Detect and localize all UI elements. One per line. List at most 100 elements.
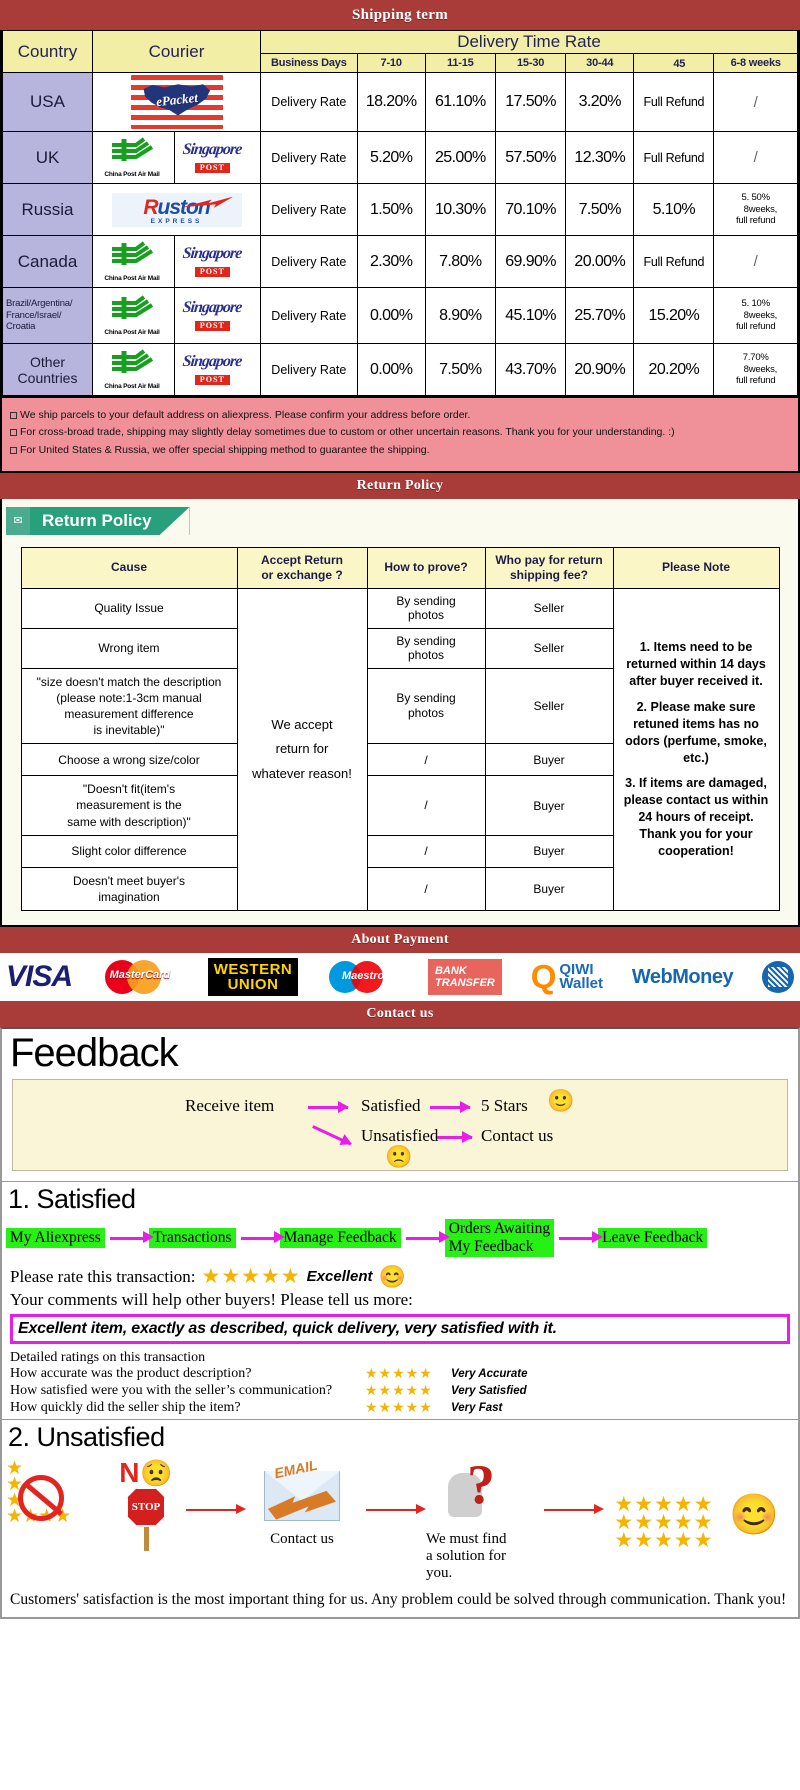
step-transactions[interactable]: Transactions bbox=[148, 1228, 236, 1248]
header-delivery-time-rate: Delivery Time Rate bbox=[260, 30, 798, 54]
courier-logo-cell: ePacket bbox=[92, 72, 262, 132]
return-policy-banner: Return Policy bbox=[0, 472, 800, 499]
cell-accept-return: We accept return for whatever reason! bbox=[236, 587, 368, 912]
shipping-note-text: For United States & Russia, we offer spe… bbox=[20, 443, 430, 456]
epacket-logo-icon: ePacket bbox=[130, 75, 223, 129]
payment-method-western-union: WESTERN UNION bbox=[207, 957, 299, 997]
cell-value: 7.80% bbox=[424, 235, 496, 288]
happy-face-icon: 😊 bbox=[729, 1491, 779, 1537]
cell-value: / bbox=[713, 131, 798, 184]
rating-question: How accurate was the product description… bbox=[10, 1366, 252, 1382]
cell-cause: Wrong item bbox=[20, 627, 238, 669]
chain-arrow bbox=[405, 1231, 450, 1243]
cell-who-pays: Buyer bbox=[484, 743, 614, 777]
cell-cause: "Doesn't fit(item's measurement is the s… bbox=[20, 775, 238, 836]
cell-value: 57.50% bbox=[494, 131, 567, 184]
cell-value: 0.00% bbox=[356, 343, 426, 396]
bank-line2: TRANSFER bbox=[434, 977, 495, 990]
feedback-title: Feedback bbox=[10, 1031, 179, 1076]
payment-method-visa: VISA bbox=[6, 957, 73, 997]
header-country: Country bbox=[1, 30, 94, 73]
cell-value: 20.00% bbox=[565, 235, 635, 288]
table-row: Russia Ruston EXPRESS Delivery Rate 1.50… bbox=[1, 183, 798, 236]
comment-textbox[interactable]: Excellent item, exactly as described, qu… bbox=[10, 1313, 790, 1344]
shipping-note-text: We ship parcels to your default address … bbox=[20, 409, 471, 421]
china-post-air-mail-logo-icon: China Post Air Mail bbox=[93, 240, 171, 284]
china-post-mark-icon bbox=[112, 294, 154, 319]
contact-us-caption: Contact us bbox=[270, 1530, 334, 1547]
rating-value: Very Satisfied bbox=[451, 1385, 527, 1398]
no-stars-icon: ★ ★ ★ ★★★★ bbox=[6, 1457, 71, 1527]
rating-value: Very Accurate bbox=[451, 1368, 528, 1381]
cell-value: / bbox=[713, 235, 798, 288]
cell-who-pays: Seller bbox=[484, 667, 614, 745]
cell-value: 70.10% bbox=[494, 183, 567, 236]
cell-value: 3.20% bbox=[565, 72, 635, 132]
header-range-4: 45 bbox=[633, 53, 715, 73]
cell-value: 2.30% bbox=[356, 235, 426, 288]
table-row: Canada China Post Air Mail Singapore POS… bbox=[1, 235, 798, 288]
cell-who-pays: Seller bbox=[484, 627, 614, 669]
ruston-express-logo-icon: Ruston EXPRESS bbox=[111, 192, 242, 227]
header-courier: Courier bbox=[92, 30, 262, 73]
visa-logo-icon: VISA bbox=[6, 960, 73, 994]
row-rate-label: Delivery Rate bbox=[260, 235, 358, 288]
courier-logo-cell: Singapore POST bbox=[174, 235, 262, 288]
detailed-ratings-heading: Detailed ratings on this transaction bbox=[10, 1349, 206, 1365]
row-country-uk: UK bbox=[1, 131, 94, 184]
rating-question: How satisfied were you with the seller’s… bbox=[10, 1383, 333, 1399]
unsatisfied-heading: 2. Unsatisfied bbox=[2, 1418, 798, 1455]
rating-stars[interactable]: ★★★★★ bbox=[202, 1266, 301, 1287]
rating-stars[interactable]: ★★★★★ bbox=[365, 1383, 451, 1400]
cell-value: 10.30% bbox=[424, 183, 496, 236]
western-union-logo-icon: WESTERN UNION bbox=[207, 958, 299, 997]
row-rate-label: Delivery Rate bbox=[260, 287, 358, 344]
singapore-post-logo-icon: Singapore POST bbox=[182, 298, 243, 331]
contact-us-banner: Contact us bbox=[0, 1001, 800, 1028]
satisfied-steps-chain: My Aliexpress Transactions Manage Feedba… bbox=[2, 1217, 798, 1263]
table-row: UK China Post Air Mail Singapore POST De… bbox=[1, 131, 798, 184]
row-rate-label: Delivery Rate bbox=[260, 131, 358, 184]
note-item: 1. Items need to be returned within 14 d… bbox=[626, 640, 766, 689]
row-country-usa: USA bbox=[1, 72, 94, 132]
question-mark-icon: ? bbox=[467, 1453, 495, 1516]
cell-value: 5.10% bbox=[633, 183, 715, 236]
cell-value: 12.30% bbox=[565, 131, 635, 184]
step-manage-feedback[interactable]: Manage Feedback bbox=[279, 1228, 401, 1248]
flow-contact-us: Contact us bbox=[481, 1126, 554, 1146]
payment-method-qiwi: Q QIWI Wallet bbox=[531, 957, 603, 997]
header-range-0: 7-10 bbox=[356, 53, 426, 73]
shipping-notes: We ship parcels to your default address … bbox=[2, 396, 798, 471]
courier-logo-cell: China Post Air Mail bbox=[92, 131, 176, 184]
rating-stars[interactable]: ★★★★★ bbox=[365, 1366, 451, 1383]
cell-value: / bbox=[713, 72, 798, 132]
rating-stars[interactable]: ★★★★★ bbox=[365, 1400, 451, 1417]
row-country-brazil-group: Brazil/Argentina/ France/Israel/ Croatia bbox=[1, 287, 94, 344]
cell-value: 15.20% bbox=[633, 287, 715, 344]
cell-value: 1.50% bbox=[356, 183, 426, 236]
step-leave-feedback[interactable]: Leave Feedback bbox=[598, 1228, 708, 1248]
shipping-note-row: We ship parcels to your default address … bbox=[10, 407, 790, 424]
shipping-note-row: For cross-broad trade, shipping may slig… bbox=[10, 424, 790, 441]
email-envelope-icon: EMAIL bbox=[258, 1456, 346, 1525]
cell-prove: / bbox=[366, 834, 486, 868]
solution-caption: We must find a solution for you. bbox=[426, 1530, 507, 1581]
no-stop-group: N 😟 STOP bbox=[110, 1458, 182, 1551]
cell-value: 25.70% bbox=[565, 287, 635, 344]
table-row: Brazil/Argentina/ France/Israel/ Croatia… bbox=[1, 287, 798, 344]
webmoney-logo-icon: WebMoney bbox=[631, 965, 734, 988]
row-rate-label: Delivery Rate bbox=[260, 72, 358, 132]
cell-value: 69.90% bbox=[494, 235, 567, 288]
stars-icon: ★★★★★ ★★★★★ ★★★★★ bbox=[614, 1491, 714, 1552]
courier-logo-cell: China Post Air Mail bbox=[92, 287, 176, 344]
rating-word: Excellent bbox=[306, 1268, 373, 1286]
step-my-aliexpress[interactable]: My Aliexpress bbox=[6, 1228, 105, 1248]
qiwi-wallet-logo-icon: Q QIWI Wallet bbox=[531, 960, 603, 993]
cell-value: 45.10% bbox=[494, 287, 567, 344]
closing-statement: Customers' satisfaction is the most impo… bbox=[10, 1590, 787, 1608]
step-orders-awaiting-my-feedback[interactable]: Orders Awaiting My Feedback bbox=[444, 1219, 555, 1257]
detailed-ratings: Detailed ratings on this transaction How… bbox=[2, 1350, 798, 1419]
table-row: Other Countries China Post Air Mail Sing… bbox=[1, 343, 798, 396]
cell-cause: Quality Issue bbox=[20, 587, 238, 629]
checkbox-icon bbox=[10, 446, 17, 454]
